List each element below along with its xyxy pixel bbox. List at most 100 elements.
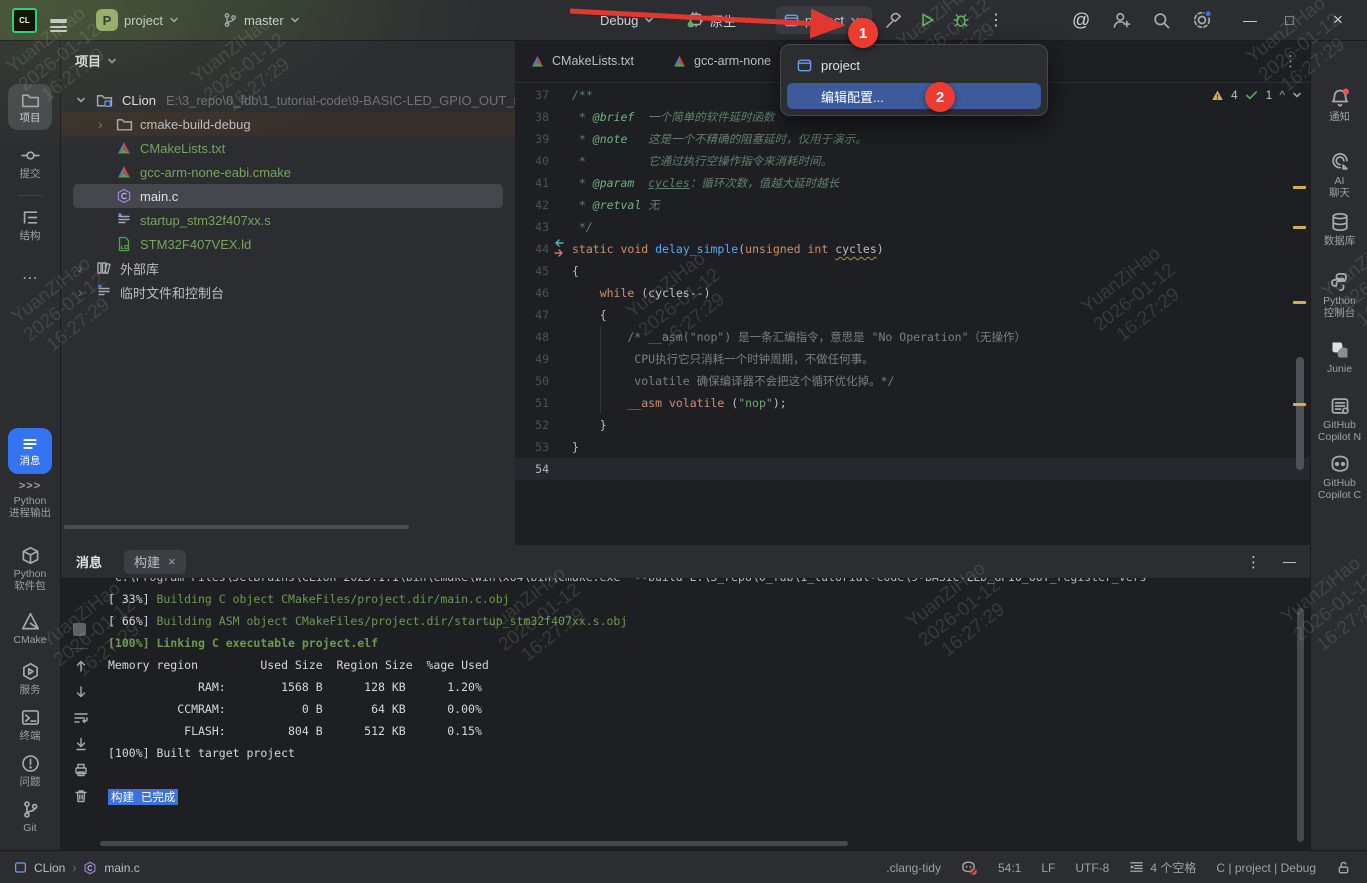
ellipsis-icon: ⋯	[22, 268, 38, 288]
vcs-branch-widget[interactable]: master	[222, 0, 300, 40]
tab-build[interactable]: 构建 ×	[124, 550, 186, 574]
tree-row-file[interactable]: gcc-arm-none-eabi.cmake	[60, 160, 515, 184]
target-selector[interactable]: 原生	[686, 0, 752, 40]
window-close-button[interactable]: ×	[1333, 0, 1343, 40]
popup-item-edit-configurations[interactable]: 编辑配置...	[787, 83, 1041, 109]
clear-all-icon[interactable]	[73, 788, 89, 804]
warning-stripe[interactable]	[1293, 403, 1306, 406]
ai-assistant-button[interactable]: @	[1072, 0, 1090, 40]
inspection-widget[interactable]: 4 1 ^	[1211, 88, 1302, 102]
code-token: "nop"	[738, 396, 773, 410]
tree-row-file[interactable]: CMakeLists.txt	[60, 136, 515, 160]
project-widget[interactable]: P project	[96, 0, 179, 40]
print-icon[interactable]	[73, 762, 89, 778]
settings-button[interactable]	[1192, 0, 1212, 40]
sidebar-item-services[interactable]: 服务	[0, 662, 60, 696]
sidebar-item-github-copilot-chat[interactable]: GitHub Copilot C	[1311, 454, 1367, 501]
sidebar-item-messages[interactable]: 消息	[0, 428, 60, 474]
gutter-navigation-arrows[interactable]	[551, 239, 569, 259]
sidebar-item-git[interactable]: Git	[0, 800, 60, 834]
code-token: volatile 确保编译器不会把这个循环优化掉。*/	[572, 374, 894, 388]
copilot-docs-icon	[1330, 396, 1350, 416]
code-token: static	[572, 242, 614, 256]
indent-widget[interactable]: 4 个空格	[1129, 859, 1196, 876]
sidebar-item-cmake[interactable]: CMake	[0, 612, 60, 646]
tree-row-external-libraries[interactable]: › 外部库	[60, 256, 515, 280]
copilot-status-widget[interactable]	[961, 860, 978, 876]
caret-position-widget[interactable]: 54:1	[998, 861, 1021, 875]
sidebar-item-python-packages[interactable]: Python 软件包	[0, 546, 60, 592]
console-vertical-scrollbar[interactable]	[1297, 608, 1304, 842]
up-arrow-button[interactable]	[73, 658, 89, 674]
code-content[interactable]: /** * @brief 一个简单的软件延时函数 * @note 这是一个不精确…	[572, 84, 1026, 480]
stop-button[interactable]	[73, 623, 86, 636]
run-button[interactable]	[918, 0, 936, 40]
check-icon	[1245, 89, 1259, 101]
tree-row-scratches[interactable]: › 临时文件和控制台	[60, 280, 515, 304]
line-separator-widget[interactable]: LF	[1041, 861, 1055, 875]
hide-panel-button[interactable]: —	[1283, 554, 1296, 569]
code-token: [ 66%]	[108, 614, 156, 628]
cmake-icon	[21, 612, 40, 631]
sidebar-item-ai-chat[interactable]: AI 聊天	[1311, 152, 1367, 199]
folder-icon	[21, 91, 40, 110]
window-minimize-button[interactable]: —	[1243, 0, 1257, 40]
add-user-icon	[1112, 11, 1131, 30]
clang-tidy-widget[interactable]: .clang-tidy	[886, 861, 941, 875]
encoding-widget[interactable]: UTF-8	[1075, 861, 1109, 875]
build-type-selector[interactable]: Debug	[600, 0, 654, 40]
sidebar-item-notifications[interactable]: 通知	[1311, 88, 1367, 123]
breadcrumb[interactable]: CLion › main.c	[14, 861, 140, 875]
context-widget[interactable]: C | project | Debug	[1216, 861, 1316, 875]
panel-options-button[interactable]: ⋮	[1246, 553, 1261, 571]
code-token: Building ASM object CMakeFiles/project.d…	[156, 614, 627, 628]
close-icon[interactable]: ×	[168, 554, 176, 569]
tree-row-root[interactable]: CLion E:\3_repo\0_fdb\1_tutorial-code\9-…	[60, 88, 515, 112]
console-horizontal-scrollbar[interactable]	[100, 841, 848, 846]
tree-row-file[interactable]: startup_stm32f407xx.s	[60, 208, 515, 232]
code-token: );	[773, 396, 787, 410]
debug-button[interactable]	[952, 0, 970, 40]
line-number: 53	[515, 436, 549, 458]
sidebar-item-github-copilot-docs[interactable]: GitHub Copilot N	[1311, 396, 1367, 443]
popup-item-project[interactable]: project	[787, 51, 1041, 79]
sidebar-item-junie[interactable]: Junie	[1311, 340, 1367, 375]
warning-stripe[interactable]	[1293, 301, 1306, 304]
more-actions-button[interactable]: ⋮	[988, 0, 1004, 40]
sidebar-item-python-console[interactable]: Python 控制台	[1311, 272, 1367, 319]
next-problem-button[interactable]	[1292, 90, 1302, 100]
tree-row-file-selected[interactable]: main.c	[60, 184, 515, 208]
warning-stripe[interactable]	[1293, 186, 1306, 189]
sidebar-item-database[interactable]: 数据库	[1311, 212, 1367, 247]
build-console[interactable]: "C:\Program Files\JetBrains\CLion 2025.1…	[100, 578, 1296, 838]
scroll-to-end-button[interactable]	[73, 736, 89, 752]
lock-widget[interactable]	[1336, 860, 1351, 875]
tab-gcc-arm-none[interactable]: gcc-arm-none	[672, 40, 771, 82]
warning-stripe[interactable]	[1293, 226, 1306, 229]
project-panel-header[interactable]: 项目	[75, 51, 117, 70]
sidebar-item-terminal[interactable]: 终端	[0, 708, 60, 742]
sidebar-item-commit[interactable]: 提交	[0, 146, 60, 180]
tree-row-file[interactable]: STM32F407VEX.ld	[60, 232, 515, 256]
git-branch-icon	[21, 800, 40, 819]
soft-wrap-button[interactable]	[73, 710, 89, 726]
sidebar-item-project[interactable]: 项目	[0, 84, 60, 130]
tree-row-folder[interactable]: › cmake-build-debug	[60, 112, 515, 136]
build-button[interactable]	[884, 0, 903, 40]
sidebar-item-structure[interactable]: 结构	[0, 208, 60, 242]
code-token: Building C object CMakeFiles/project.dir…	[156, 592, 509, 606]
main-menu-button[interactable]	[50, 0, 67, 40]
sidebar-item-problems[interactable]: 问题	[0, 754, 60, 788]
sidebar-item-python-output[interactable]: >>> Python 进程输出	[0, 480, 60, 519]
more-tool-windows-button[interactable]: ⋯	[0, 268, 60, 288]
down-arrow-button[interactable]	[73, 684, 89, 700]
editor-options-button[interactable]: ⋮	[1283, 40, 1298, 82]
editor-scrollbar[interactable]	[1296, 357, 1304, 470]
window-maximize-button[interactable]: □	[1285, 0, 1293, 40]
tab-cmakelists[interactable]: CMakeLists.txt	[530, 40, 634, 82]
search-everywhere-button[interactable]	[1152, 0, 1171, 40]
prev-problem-button[interactable]: ^	[1279, 88, 1285, 102]
horizontal-scrollbar[interactable]	[64, 525, 409, 529]
code-token: @param	[593, 176, 635, 190]
code-with-me-button[interactable]	[1112, 0, 1131, 40]
